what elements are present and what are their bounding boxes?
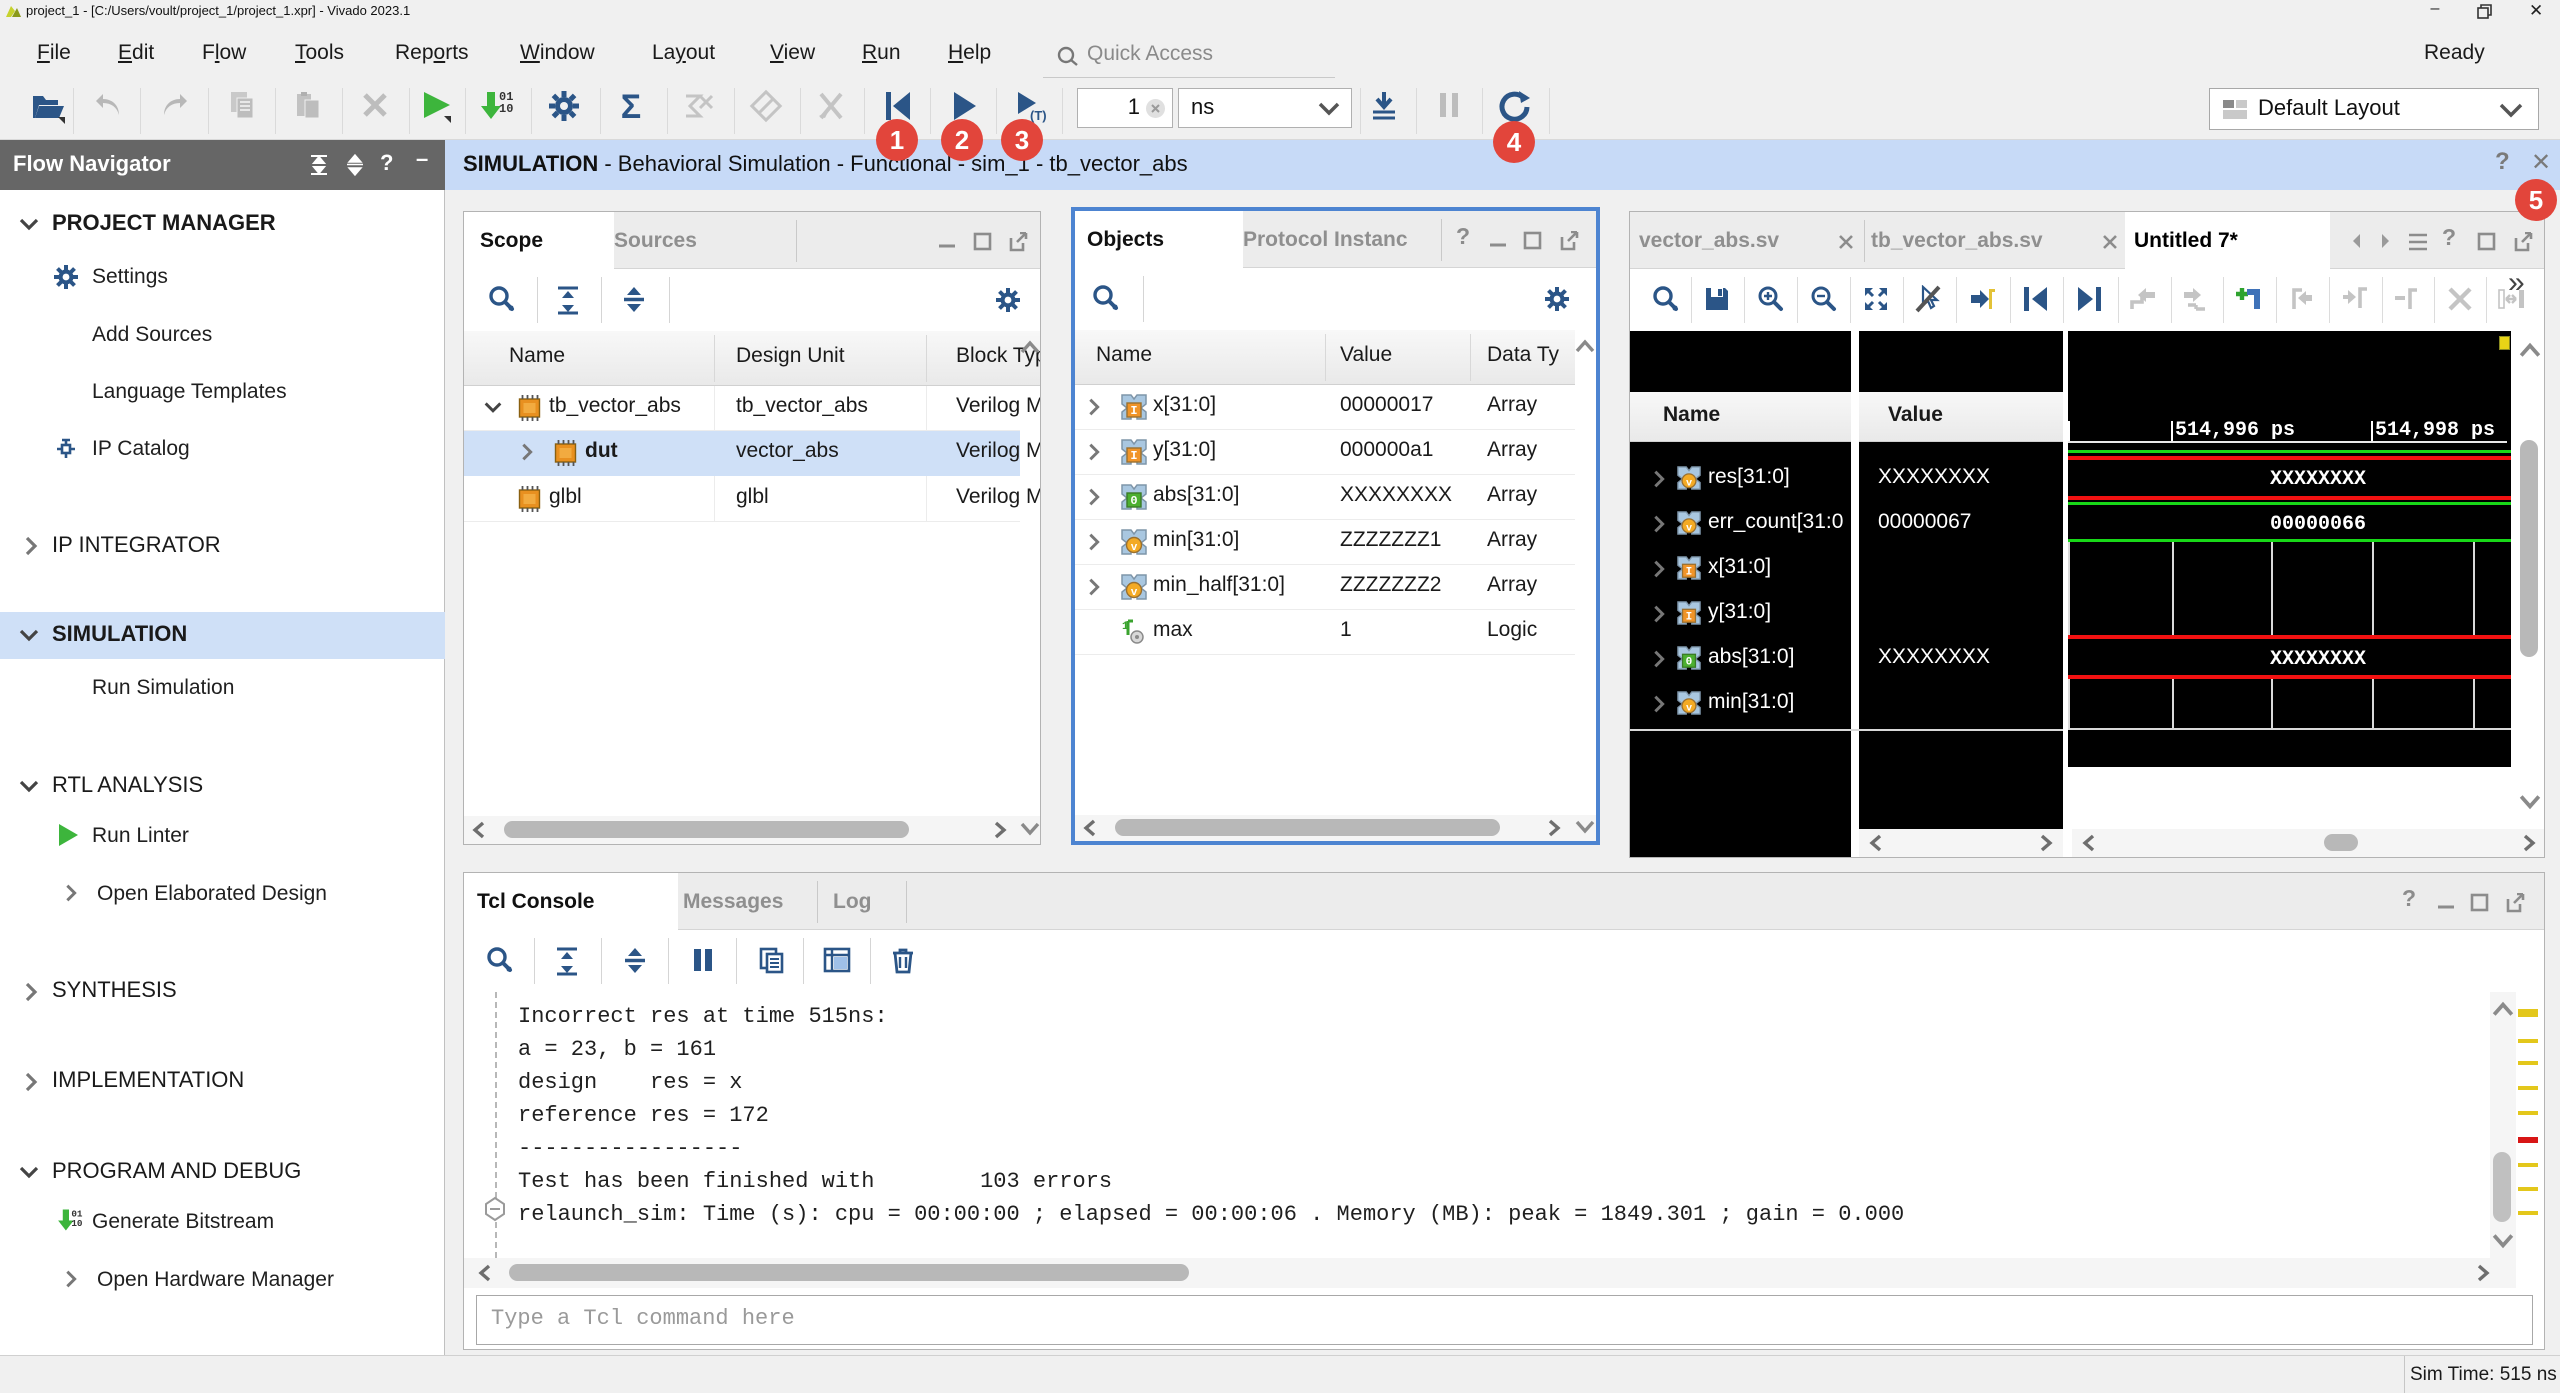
- svg-text:(T): (T): [1030, 108, 1047, 123]
- svg-text:10: 10: [499, 102, 513, 116]
- svg-text:10: 10: [71, 1218, 83, 1229]
